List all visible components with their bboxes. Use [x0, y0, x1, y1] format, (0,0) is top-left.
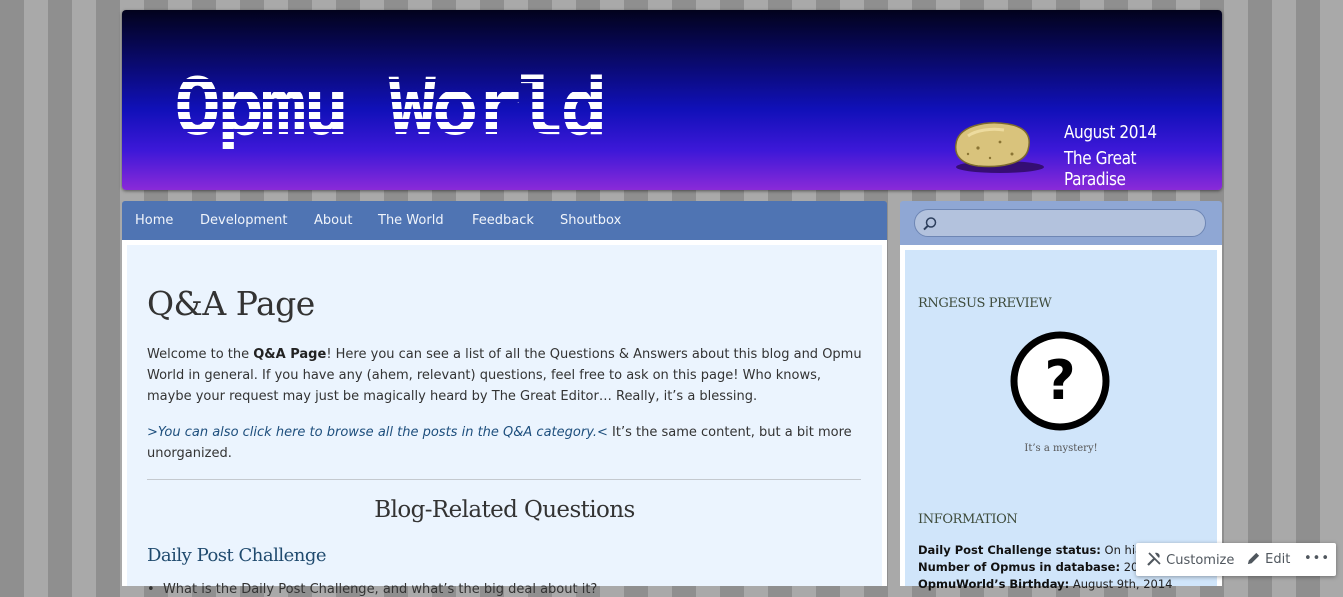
- potato-icon: [954, 122, 1044, 173]
- section-heading: Blog-Related Questions: [374, 497, 635, 523]
- info-label: OpmuWorld’s Birthday:: [918, 577, 1070, 591]
- pencil-icon: [1247, 552, 1260, 565]
- site-logo[interactable]: Opmu World: [174, 72, 734, 152]
- site-title-text: Opmu World: [174, 72, 604, 152]
- info-label: Daily Post Challenge status:: [918, 543, 1101, 557]
- rngesus-widget-title: RNGESUS PREVIEW: [918, 296, 1052, 311]
- intro-bold-text: Q&A Page: [253, 347, 327, 362]
- tagline-date: August 2014: [1064, 122, 1157, 143]
- category-link[interactable]: >You can also click here to browse all t…: [147, 425, 608, 440]
- intro-text-start: Welcome to the: [147, 347, 254, 362]
- nav-item-the-world[interactable]: The World: [378, 213, 444, 228]
- info-item-post-status: Daily Post Challenge status: On hiatus: [918, 543, 1160, 557]
- more-options-button[interactable]: •••: [1304, 551, 1330, 566]
- info-item-birthday: OpmuWorld’s Birthday: August 9th, 2014: [918, 577, 1172, 591]
- content-area: Q&A Page Welcome to the Q&A Page! Here y…: [122, 240, 887, 597]
- mystery-caption: It’s a mystery!: [1024, 443, 1098, 454]
- nav-item-development[interactable]: Development: [200, 213, 288, 228]
- nav-item-about[interactable]: About: [314, 213, 352, 228]
- edit-label: Edit: [1265, 552, 1291, 567]
- intro-paragraph: Welcome to the Q&A Page! Here you can se…: [147, 344, 867, 407]
- search-icon: [923, 217, 937, 231]
- bullet-icon: •: [147, 582, 163, 597]
- nav-item-shoutbox[interactable]: Shoutbox: [560, 213, 621, 228]
- article: Q&A Page Welcome to the Q&A Page! Here y…: [127, 245, 882, 597]
- edit-button[interactable]: Edit: [1246, 551, 1290, 567]
- tools-icon: [1147, 552, 1161, 566]
- main-navigation: Home Development About The World Feedbac…: [122, 201, 887, 240]
- info-label: Number of Opmus in database:: [918, 560, 1121, 574]
- search-widget: [900, 201, 1222, 245]
- info-value: August 9th, 2014: [1069, 577, 1173, 591]
- sidebar: RNGESUS PREVIEW ? It’s a mystery! INFORM…: [900, 245, 1222, 591]
- customize-button[interactable]: Customize: [1146, 551, 1234, 568]
- subsection-heading: Daily Post Challenge: [147, 545, 327, 566]
- information-widget-title: INFORMATION: [918, 512, 1018, 527]
- admin-action-bar: Customize Edit •••: [1136, 543, 1336, 576]
- mystery-question-icon[interactable]: ?: [1008, 329, 1112, 433]
- list-item: • What is the Daily Post Challenge, and …: [147, 582, 867, 597]
- site-header: Opmu World August 2014 The Great Paradis…: [122, 10, 1222, 190]
- search-input[interactable]: [914, 209, 1206, 237]
- tagline-subtitle: The Great Paradise: [1064, 148, 1137, 190]
- nav-item-home[interactable]: Home: [135, 213, 173, 228]
- svg-text:?: ?: [1044, 349, 1075, 412]
- info-item-opmu-count: Number of Opmus in database: 204: [918, 560, 1146, 574]
- divider: [147, 479, 861, 480]
- customize-label: Customize: [1166, 553, 1235, 568]
- question-text[interactable]: What is the Daily Post Challenge, and wh…: [163, 582, 597, 597]
- category-paragraph: >You can also click here to browse all t…: [147, 422, 867, 464]
- nav-item-feedback[interactable]: Feedback: [472, 213, 534, 228]
- page-title: Q&A Page: [147, 284, 315, 323]
- sidebar-widgets: RNGESUS PREVIEW ? It’s a mystery! INFORM…: [905, 250, 1217, 591]
